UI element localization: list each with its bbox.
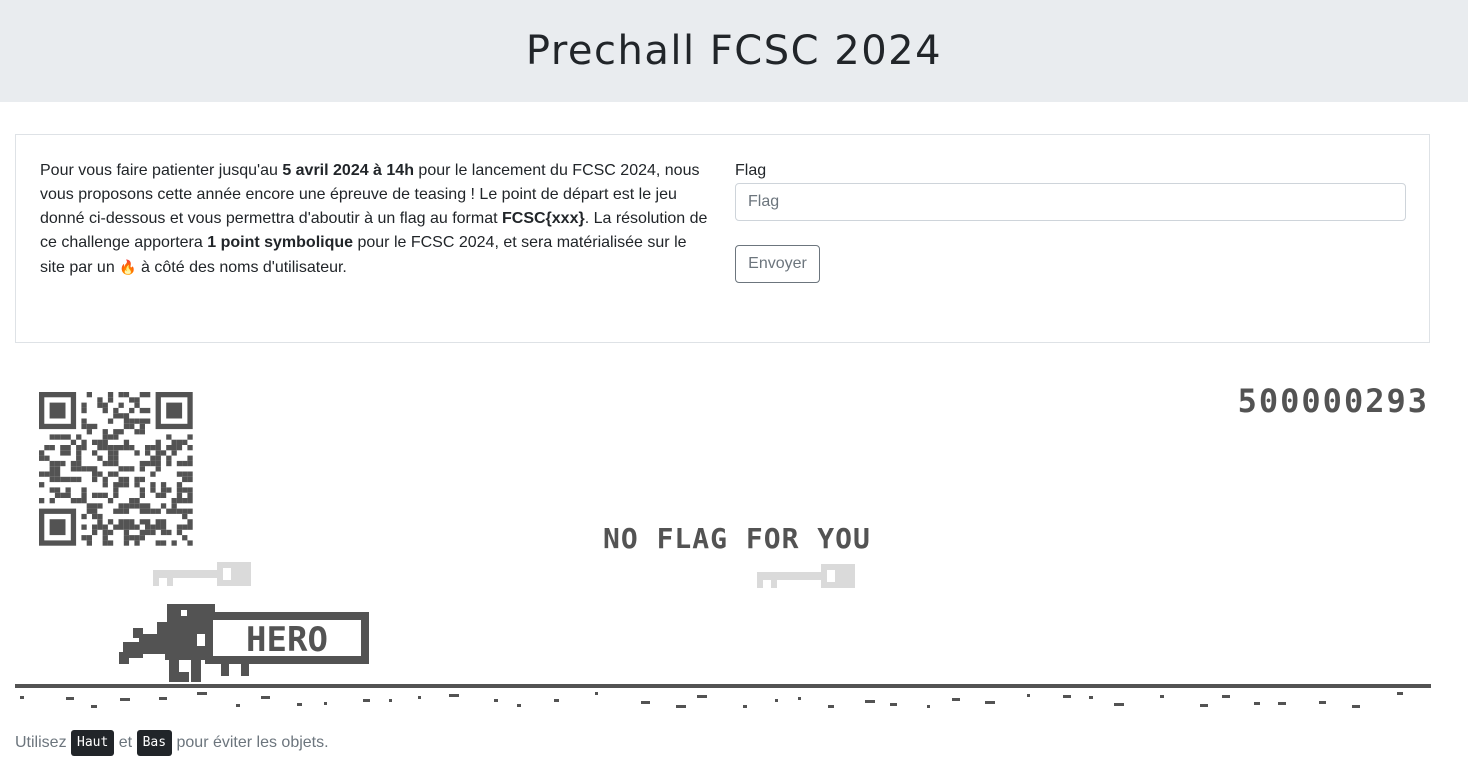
hint-text: Utilisez <box>15 734 72 751</box>
page-header: Prechall FCSC 2024 <box>0 0 1468 102</box>
ground-pebbles <box>20 692 1403 708</box>
point-value: 1 point symbolique <box>207 234 354 251</box>
key-icon <box>153 562 251 586</box>
game-area[interactable]: HERO 500000293 NO FLAG FOR YOU <box>15 372 1431 712</box>
key-icon <box>757 564 855 588</box>
intro-text-part: Pour vous faire patienter jusqu'au <box>40 162 283 179</box>
qr-code <box>39 392 193 546</box>
game-message: NO FLAG FOR YOU <box>603 522 871 555</box>
hero-sign-text: HERO <box>246 620 328 660</box>
page-title: Prechall FCSC 2024 <box>525 28 943 74</box>
ground-line <box>15 684 1431 688</box>
hint-text: pour éviter les objets. <box>172 734 329 751</box>
launch-date: 5 avril 2024 à 14h <box>282 162 414 179</box>
intro-text: Pour vous faire patienter jusqu'au 5 avr… <box>40 159 712 280</box>
flag-format: FCSC{xxx} <box>501 210 585 227</box>
intro-text-part: à côté des noms d'utilisateur. <box>136 259 347 276</box>
hint-text: et <box>114 734 137 751</box>
flag-input[interactable] <box>735 183 1406 221</box>
send-button[interactable]: Envoyer <box>735 245 820 283</box>
challenge-card: Pour vous faire patienter jusqu'au 5 avr… <box>15 134 1430 343</box>
flag-label: Flag <box>735 162 767 179</box>
flame-icon: 🔥 <box>119 259 137 275</box>
dinosaur-player <box>119 604 215 682</box>
key-down-badge: Bas <box>136 730 173 756</box>
controls-hint: Utilisez Haut et Bas pour éviter les obj… <box>15 730 329 756</box>
score-counter: 500000293 <box>1237 382 1429 420</box>
hero-sign: HERO <box>205 612 369 676</box>
key-up-badge: Haut <box>71 730 115 756</box>
